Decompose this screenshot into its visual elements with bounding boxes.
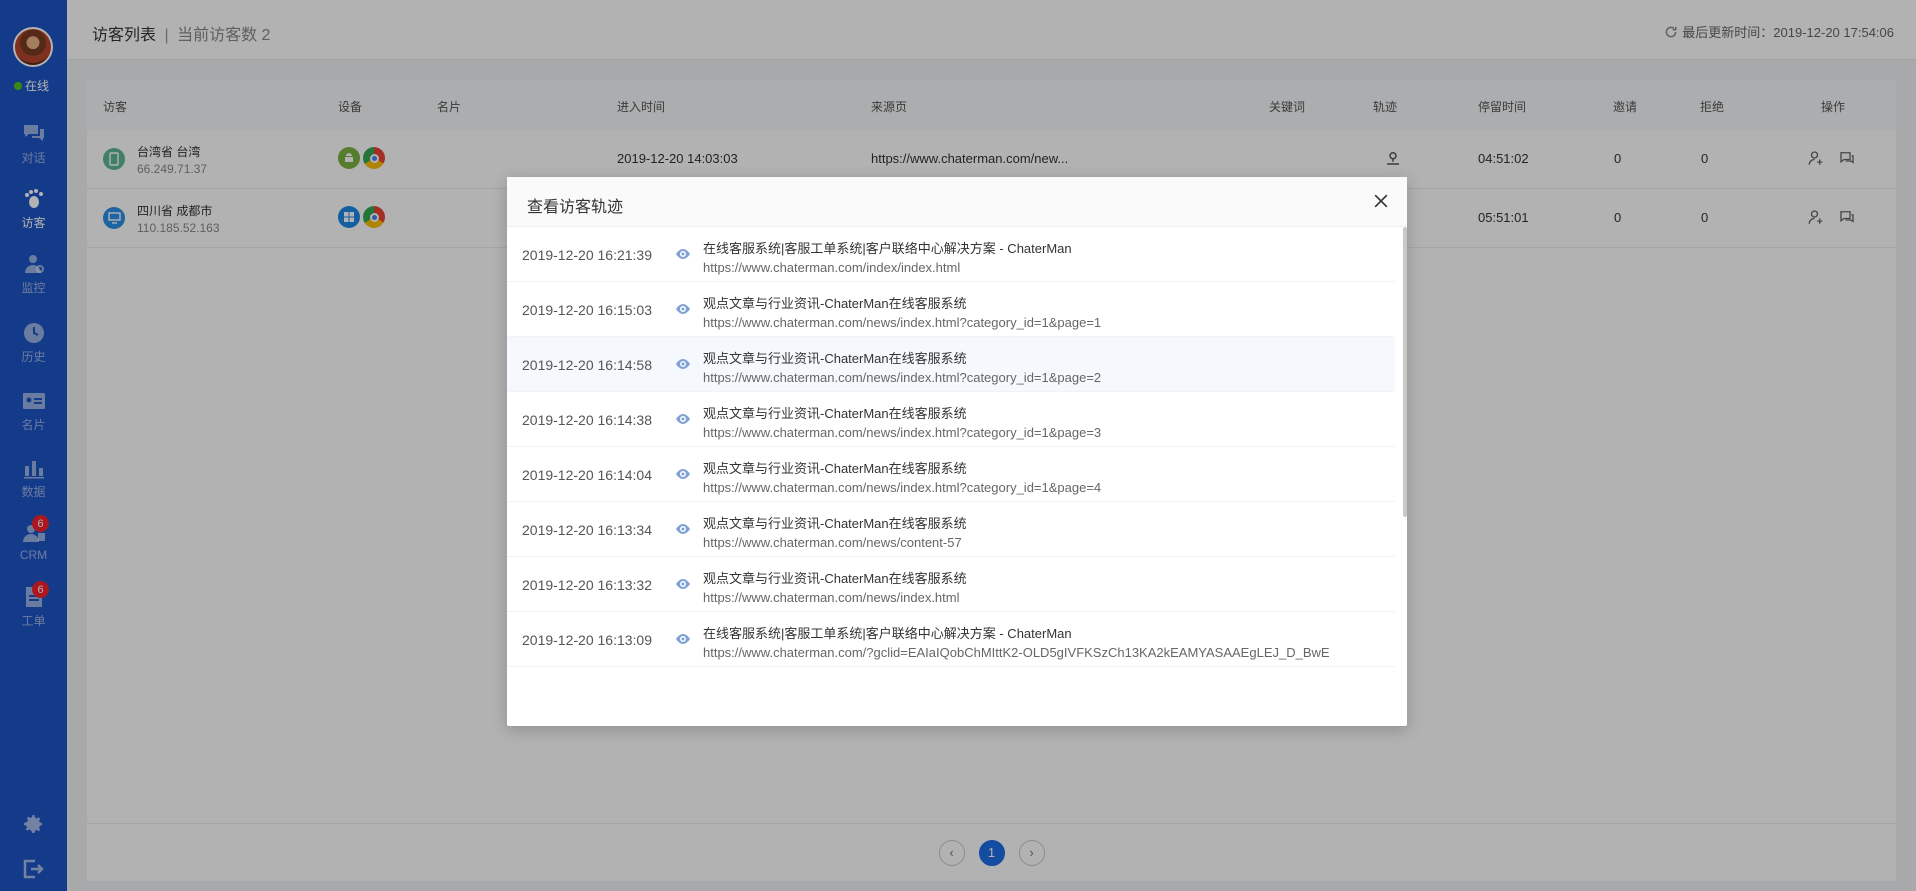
- trail-item[interactable]: 2019-12-20 16:13:32 观点文章与行业资讯-ChaterMan在…: [507, 557, 1395, 612]
- eye-icon: [676, 414, 690, 424]
- trail-page-url[interactable]: https://www.chaterman.com/news/index.htm…: [703, 315, 1101, 330]
- eye-icon: [676, 524, 690, 534]
- trail-list[interactable]: 2019-12-20 16:21:39 在线客服系统|客服工单系统|客户联络中心…: [507, 227, 1395, 713]
- eye-icon: [676, 634, 690, 644]
- trail-page-url[interactable]: https://www.chaterman.com/news/index.htm…: [703, 590, 960, 605]
- trail-page-title: 观点文章与行业资讯-ChaterMan在线客服系统: [703, 296, 967, 311]
- visitor-trail-modal: 查看访客轨迹 2019-12-20 16:21:39 在线客服系统|客服工单系统…: [507, 177, 1407, 726]
- trail-time: 2019-12-20 16:21:39: [522, 247, 652, 263]
- eye-icon: [676, 359, 690, 369]
- trail-time: 2019-12-20 16:13:32: [522, 577, 652, 593]
- trail-time: 2019-12-20 16:14:58: [522, 357, 652, 373]
- eye-icon: [676, 469, 690, 479]
- modal-header: 查看访客轨迹: [507, 177, 1407, 227]
- trail-page-url[interactable]: https://www.chaterman.com/?gclid=EAIaIQo…: [703, 645, 1330, 660]
- trail-page-url[interactable]: https://www.chaterman.com/index/index.ht…: [703, 260, 960, 275]
- trail-item[interactable]: 2019-12-20 16:13:09 在线客服系统|客服工单系统|客户联络中心…: [507, 612, 1395, 667]
- trail-page-title: 观点文章与行业资讯-ChaterMan在线客服系统: [703, 516, 967, 531]
- trail-item[interactable]: 2019-12-20 16:15:03 观点文章与行业资讯-ChaterMan在…: [507, 282, 1395, 337]
- trail-time: 2019-12-20 16:14:04: [522, 467, 652, 483]
- trail-page-title: 观点文章与行业资讯-ChaterMan在线客服系统: [703, 351, 967, 366]
- trail-page-url[interactable]: https://www.chaterman.com/news/index.htm…: [703, 480, 1101, 495]
- eye-icon: [676, 304, 690, 314]
- eye-icon: [676, 579, 690, 589]
- trail-page-title: 在线客服系统|客服工单系统|客户联络中心解决方案 - ChaterMan: [703, 241, 1072, 256]
- trail-time: 2019-12-20 16:13:09: [522, 632, 652, 648]
- trail-time: 2019-12-20 16:15:03: [522, 302, 652, 318]
- trail-item[interactable]: 2019-12-20 16:14:04 观点文章与行业资讯-ChaterMan在…: [507, 447, 1395, 502]
- trail-page-url[interactable]: https://www.chaterman.com/news/index.htm…: [703, 370, 1101, 385]
- trail-page-title: 观点文章与行业资讯-ChaterMan在线客服系统: [703, 461, 967, 476]
- trail-item[interactable]: 2019-12-20 16:13:34 观点文章与行业资讯-ChaterMan在…: [507, 502, 1395, 557]
- trail-item[interactable]: 2019-12-20 16:21:39 在线客服系统|客服工单系统|客户联络中心…: [507, 227, 1395, 282]
- trail-page-title: 观点文章与行业资讯-ChaterMan在线客服系统: [703, 571, 967, 586]
- trail-page-url[interactable]: https://www.chaterman.com/news/index.htm…: [703, 425, 1101, 440]
- trail-item[interactable]: 2019-12-20 16:14:38 观点文章与行业资讯-ChaterMan在…: [507, 392, 1395, 447]
- modal-title: 查看访客轨迹: [527, 199, 624, 216]
- modal-scrollbar[interactable]: [1403, 227, 1407, 517]
- trail-page-title: 在线客服系统|客服工单系统|客户联络中心解决方案 - ChaterMan: [703, 626, 1072, 641]
- eye-icon: [676, 249, 690, 259]
- trail-item[interactable]: 2019-12-20 16:14:58 观点文章与行业资讯-ChaterMan在…: [507, 337, 1395, 392]
- trail-page-url[interactable]: https://www.chaterman.com/news/content-5…: [703, 535, 962, 550]
- close-icon[interactable]: [1371, 191, 1391, 211]
- trail-time: 2019-12-20 16:13:34: [522, 522, 652, 538]
- trail-page-title: 观点文章与行业资讯-ChaterMan在线客服系统: [703, 406, 967, 421]
- trail-time: 2019-12-20 16:14:38: [522, 412, 652, 428]
